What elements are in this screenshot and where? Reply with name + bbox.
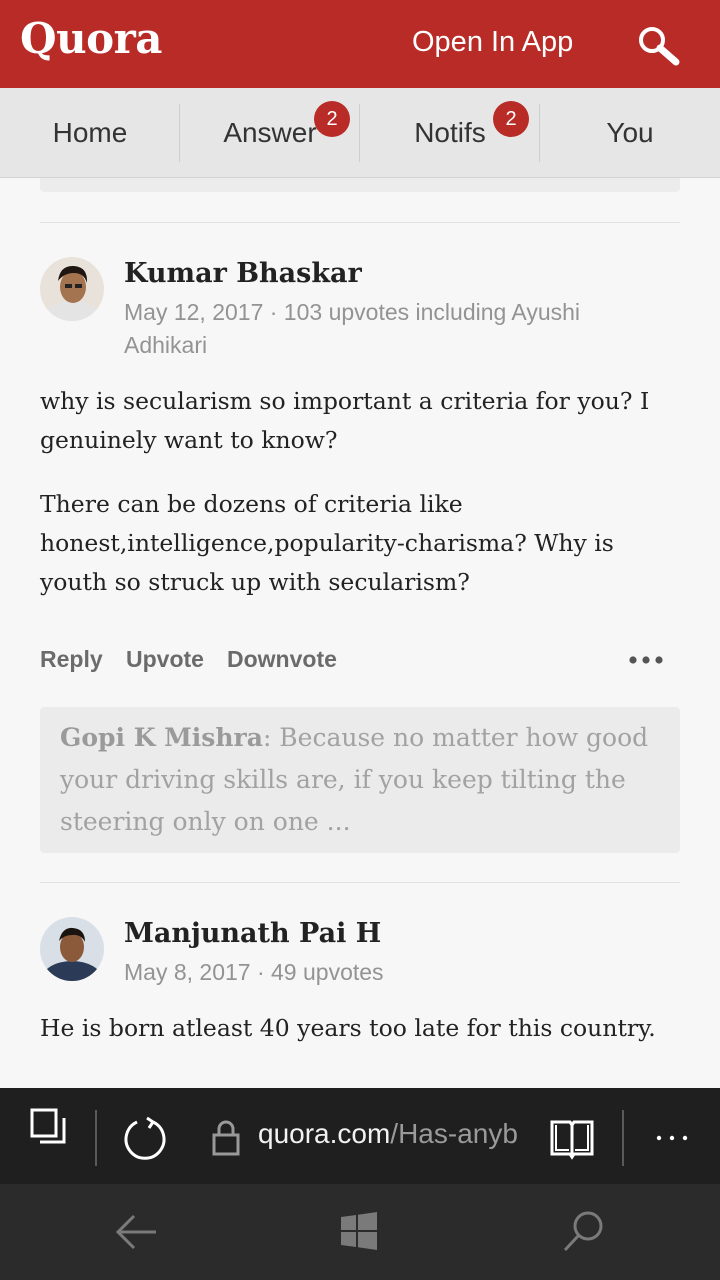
lock-icon xyxy=(211,1118,241,1158)
tab-answer-label: Answer xyxy=(223,117,317,148)
comment-text: There can be dozens of criteria like hon… xyxy=(40,490,614,596)
comment-meta: May 12, 2017 · 103 upvotes including Ayu… xyxy=(124,299,581,325)
search-icon[interactable] xyxy=(560,1208,608,1256)
notifs-badge: 2 xyxy=(493,101,529,137)
back-icon[interactable] xyxy=(112,1210,160,1254)
tab-you-label: You xyxy=(606,117,654,148)
reading-view-icon[interactable] xyxy=(548,1116,596,1160)
downvote-button[interactable]: Downvote xyxy=(227,646,337,673)
avatar[interactable] xyxy=(40,917,104,981)
tab-home-label: Home xyxy=(52,117,128,148)
tab-home[interactable]: Home xyxy=(0,88,180,178)
refresh-icon[interactable] xyxy=(122,1116,168,1162)
reply-author-name[interactable]: Gopi K Mishra xyxy=(60,723,263,752)
reply-button[interactable]: Reply xyxy=(40,646,103,673)
toolbar-divider xyxy=(95,1110,97,1166)
quora-logo[interactable]: Quora xyxy=(20,14,162,63)
app-header: Quora Open In App xyxy=(0,0,720,88)
comment-author-name[interactable]: Manjunath Pai H xyxy=(124,918,381,949)
comment-meta-continued: Adhikari xyxy=(124,332,208,358)
answer-badge: 2 xyxy=(314,101,350,137)
more-menu-icon[interactable] xyxy=(654,1126,690,1150)
address-bar[interactable]: quora.com/Has-anyb xyxy=(258,1118,526,1158)
previous-comment-box-edge xyxy=(40,178,680,192)
url-domain: quora.com xyxy=(258,1118,391,1149)
system-nav-bar xyxy=(0,1184,720,1280)
comment-text: why is secularism so important a criteri… xyxy=(40,387,650,454)
windows-start-icon[interactable] xyxy=(339,1211,379,1251)
tabs-icon[interactable] xyxy=(28,1106,68,1150)
comment-divider xyxy=(40,222,680,223)
comment-text: He is born atleast 40 years too late for… xyxy=(40,1014,656,1042)
more-options-icon[interactable] xyxy=(628,646,664,674)
comment-author-name[interactable]: Kumar Bhaskar xyxy=(124,258,362,289)
comment-divider xyxy=(40,882,680,883)
upvote-button[interactable]: Upvote xyxy=(126,646,204,673)
toolbar-divider xyxy=(622,1110,624,1166)
tab-notifs-label: Notifs xyxy=(414,117,486,148)
browser-toolbar: quora.com/Has-anyb xyxy=(0,1088,720,1184)
reply-preview[interactable]: Gopi K Mishra: Because no matter how goo… xyxy=(40,707,680,853)
tab-you[interactable]: You xyxy=(540,88,720,178)
avatar[interactable] xyxy=(40,257,104,321)
comment-meta: May 8, 2017 · 49 upvotes xyxy=(124,959,384,985)
open-in-app-button[interactable]: Open In App xyxy=(412,26,573,59)
tab-bar: Home Answer 2 Notifs 2 You xyxy=(0,88,720,178)
search-icon[interactable] xyxy=(636,24,682,68)
url-path: /Has-anyb xyxy=(390,1118,518,1149)
